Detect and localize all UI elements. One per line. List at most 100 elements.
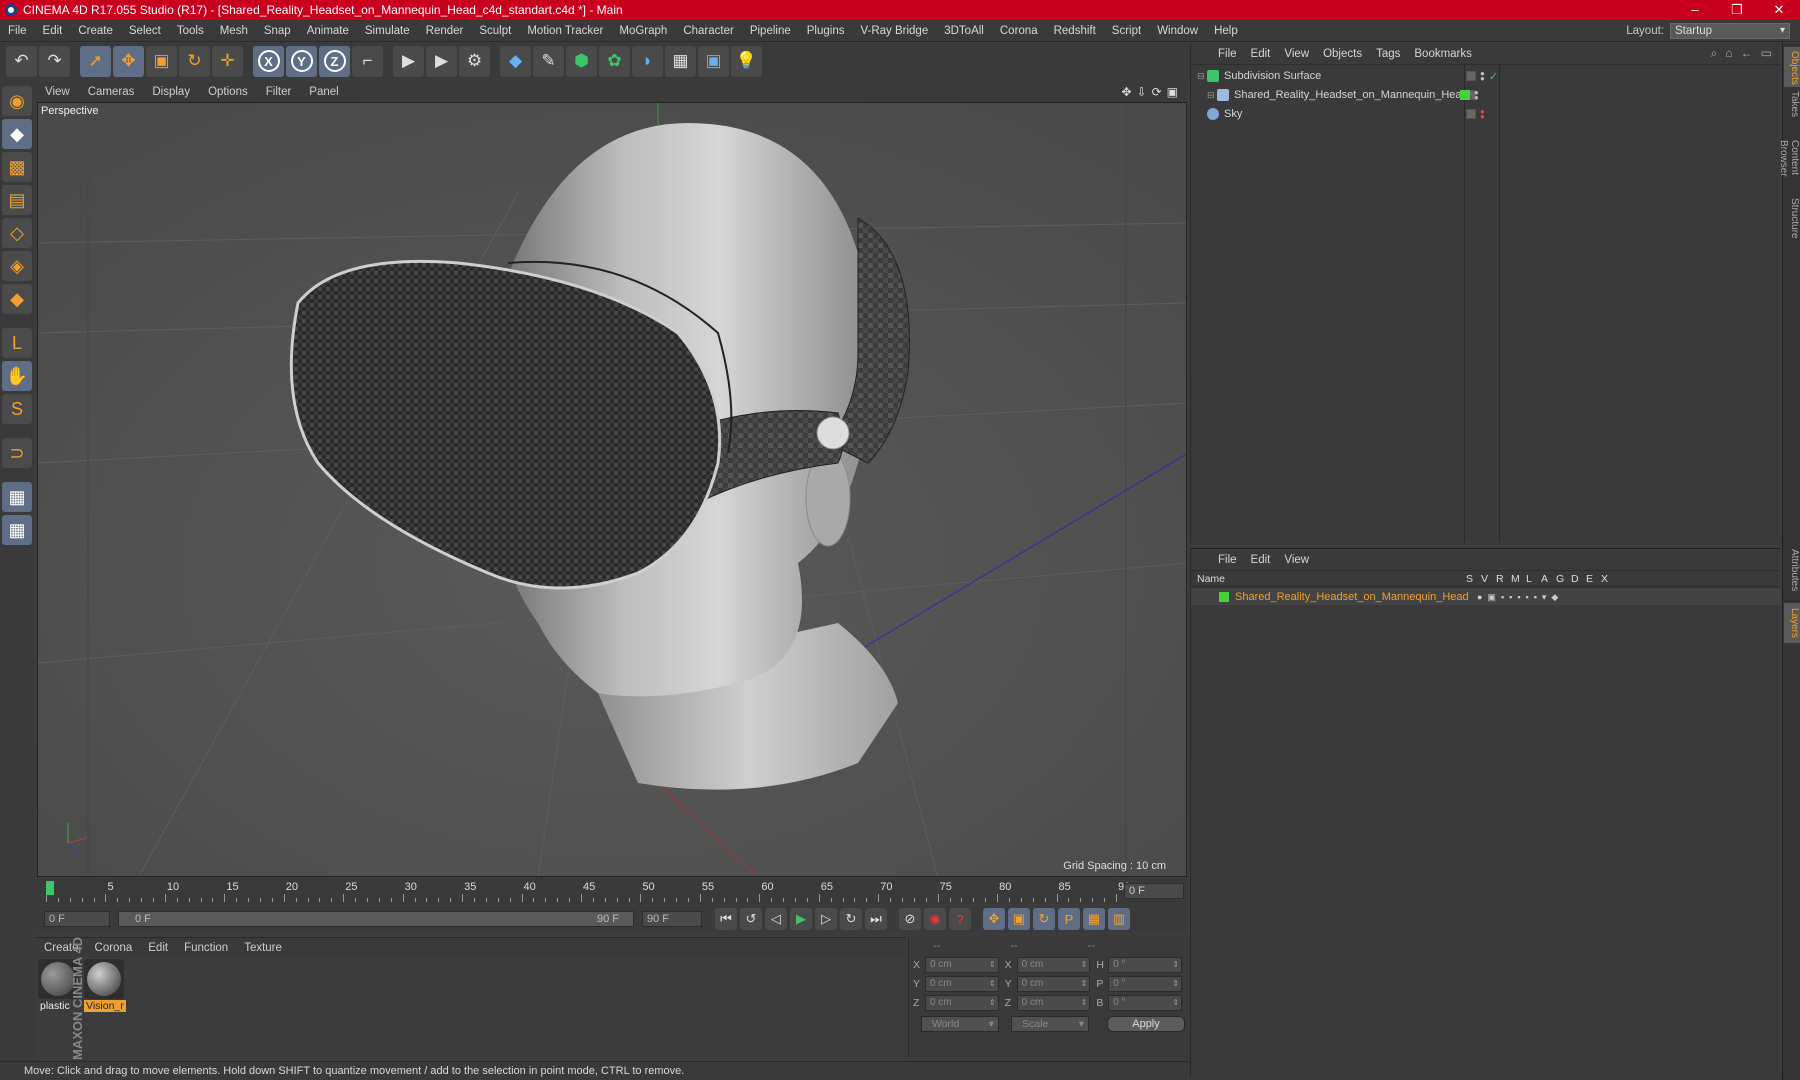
frame-range-slider[interactable]: 0 F 90 F — [118, 911, 634, 927]
position-value-field[interactable]: 0 cm — [924, 975, 999, 992]
viewport-menu-options[interactable]: Options — [199, 86, 257, 98]
menu-pipeline[interactable]: Pipeline — [742, 20, 799, 42]
pla-key-button[interactable]: ▦ — [1083, 908, 1105, 930]
menu-mesh[interactable]: Mesh — [212, 20, 256, 42]
layer-column-g[interactable]: G — [1556, 573, 1564, 585]
layer-column-v[interactable]: V — [1481, 573, 1488, 585]
next-key-button[interactable]: ↻ — [840, 908, 862, 930]
menu-v-ray-bridge[interactable]: V-Ray Bridge — [852, 20, 936, 42]
polygons-mode-button[interactable]: ◆ — [2, 284, 32, 314]
object-menu-edit[interactable]: Edit — [1244, 48, 1278, 60]
menu-tools[interactable]: Tools — [169, 20, 212, 42]
deformer-button[interactable]: ◗ — [632, 45, 663, 77]
visibility-dots-icon[interactable]: ● ● — [1480, 108, 1485, 121]
solo-button[interactable]: ▦ — [2, 515, 32, 545]
x-axis-button[interactable]: X — [253, 45, 284, 77]
layer-checkbox[interactable] — [1466, 71, 1476, 81]
timeline-window-button[interactable]: ▥ — [1108, 908, 1130, 930]
model-mode-button[interactable]: ◆ — [2, 119, 32, 149]
timeline-playhead[interactable] — [46, 881, 54, 895]
move-view-icon[interactable]: ✥ — [1121, 85, 1131, 99]
object-name[interactable]: Shared_Reality_Headset_on_Mannequin_Head — [1234, 89, 1468, 101]
menu-simulate[interactable]: Simulate — [357, 20, 418, 42]
rotation-key-button[interactable]: ↻ — [1033, 908, 1055, 930]
pen-spline-button[interactable]: ✎ — [533, 45, 564, 77]
menu-help[interactable]: Help — [1206, 20, 1246, 42]
render-picture-viewer-button[interactable]: ▶ — [426, 45, 457, 77]
size-value-field[interactable]: 0 cm — [1016, 975, 1091, 992]
maximize-view-icon[interactable]: ▣ — [1167, 85, 1178, 99]
layer-menu-view[interactable]: View — [1277, 554, 1316, 566]
object-name[interactable]: Subdivision Surface — [1224, 70, 1321, 82]
rotate-view-icon[interactable]: ⟳ — [1152, 85, 1162, 99]
object-menu-file[interactable]: File — [1211, 48, 1244, 60]
menu-render[interactable]: Render — [418, 20, 472, 42]
menu-select[interactable]: Select — [121, 20, 169, 42]
object-name[interactable]: Sky — [1224, 108, 1242, 120]
menu-file[interactable]: File — [0, 20, 35, 42]
position-key-button[interactable]: ✥ — [983, 908, 1005, 930]
viewport-menu-filter[interactable]: Filter — [257, 86, 301, 98]
close-button[interactable]: ✕ — [1758, 0, 1800, 20]
menu-script[interactable]: Script — [1104, 20, 1149, 42]
viewport-menu-panel[interactable]: Panel — [300, 86, 347, 98]
snap-button[interactable]: S — [2, 394, 32, 424]
size-value-field[interactable]: 0 cm — [1016, 956, 1091, 973]
layer-column-s[interactable]: S — [1466, 573, 1473, 585]
floor-scene-button[interactable]: ▦ — [665, 45, 696, 77]
layer-color-swatch[interactable] — [1219, 592, 1229, 602]
layer-column-x[interactable]: X — [1601, 573, 1608, 585]
menu-redshift[interactable]: Redshift — [1046, 20, 1104, 42]
rotate-button[interactable]: ↻ — [179, 45, 210, 77]
menu-mograph[interactable]: MoGraph — [611, 20, 675, 42]
enabled-check-icon[interactable]: ✓ — [1489, 70, 1498, 83]
scale-key-button[interactable]: ▣ — [1008, 908, 1030, 930]
object-menu-view[interactable]: View — [1277, 48, 1316, 60]
object-row[interactable]: ⊟ Shared_Reality_Headset_on_Mannequin_Hea… — [1191, 86, 1781, 104]
home-icon[interactable]: ⌂ — [1725, 46, 1732, 61]
edit-render-settings-button[interactable]: ⚙ — [459, 45, 490, 77]
expand-toggle-icon[interactable]: ⊟ — [1197, 71, 1207, 82]
rotation-value-field[interactable]: 0 ° — [1108, 956, 1183, 973]
right-tab-objects[interactable]: Objects — [1784, 47, 1800, 87]
camera-button[interactable]: ▣ — [698, 45, 729, 77]
play-button[interactable]: ▶ — [790, 908, 812, 930]
object-menu-bookmarks[interactable]: Bookmarks — [1407, 48, 1479, 60]
back-icon[interactable]: ← — [1741, 46, 1753, 61]
coordinate-mode-dropdown[interactable]: World — [921, 1016, 999, 1032]
scale-button[interactable]: ▣ — [146, 45, 177, 77]
go-to-end-button[interactable]: ⏭ — [865, 908, 887, 930]
end-frame-field[interactable]: 90 F — [642, 911, 702, 927]
next-frame-button[interactable]: ▷ — [815, 908, 837, 930]
redo-button[interactable]: ↷ — [39, 45, 70, 77]
layer-name[interactable]: Shared_Reality_Headset_on_Mannequin_Head — [1235, 591, 1469, 603]
layer-menu-file[interactable]: File — [1211, 554, 1244, 566]
menu-plugins[interactable]: Plugins — [799, 20, 853, 42]
menu-window[interactable]: Window — [1149, 20, 1206, 42]
workplane-lock-button[interactable]: ▦ — [2, 482, 32, 512]
keyframe-selection-button[interactable]: ? — [949, 908, 971, 930]
viewport-menu-view[interactable]: View — [36, 86, 79, 98]
menu-motion-tracker[interactable]: Motion Tracker — [519, 20, 611, 42]
visibility-dots-icon[interactable]: ● ● — [1480, 70, 1485, 83]
viewport-perspective[interactable]: Perspective Grid Spacing : 10 cm — [37, 102, 1187, 877]
dolly-view-icon[interactable]: ⇩ — [1137, 85, 1147, 99]
viewport-label[interactable]: Perspective — [41, 105, 98, 117]
menu-sculpt[interactable]: Sculpt — [471, 20, 519, 42]
right-tab-layers[interactable]: Layers — [1784, 603, 1800, 643]
select-arrow-button[interactable]: ➚ — [80, 45, 111, 77]
menu-3dtoall[interactable]: 3DToAll — [936, 20, 992, 42]
viewport-menu-cameras[interactable]: Cameras — [79, 86, 144, 98]
minimize-button[interactable]: – — [1674, 0, 1716, 20]
cloner-button[interactable]: ✿ — [599, 45, 630, 77]
object-row[interactable]: ⊟ Subdivision Surface ● ● ✓ — [1191, 67, 1781, 85]
right-tab-takes[interactable]: Takes — [1784, 87, 1800, 121]
go-to-start-button[interactable]: ⏮ — [715, 908, 737, 930]
material-menu-function[interactable]: Function — [176, 942, 236, 954]
subdivision-surface-button[interactable]: ⬢ — [566, 45, 597, 77]
position-value-field[interactable]: 0 cm — [924, 994, 999, 1011]
material-menu-edit[interactable]: Edit — [140, 942, 176, 954]
layer-column-name[interactable]: Name — [1197, 573, 1225, 585]
previous-frame-button[interactable]: ◁ — [765, 908, 787, 930]
expand-toggle-icon[interactable]: ⊟ — [1207, 90, 1217, 101]
